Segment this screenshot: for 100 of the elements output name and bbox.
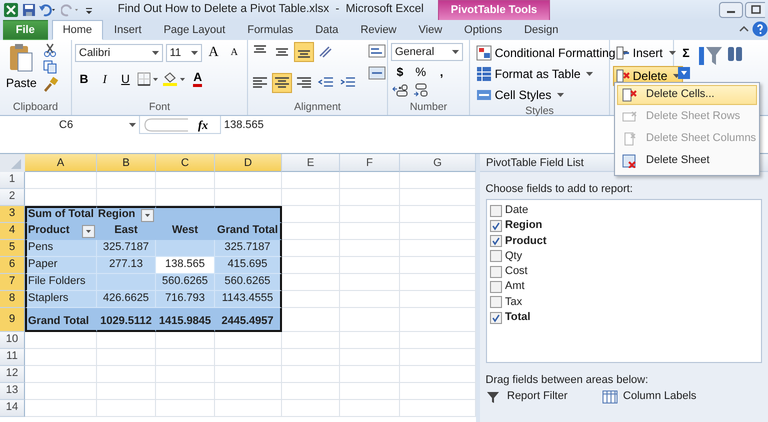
checkbox[interactable]	[490, 204, 502, 217]
ribbon-tab[interactable]: View	[408, 20, 454, 40]
ribbon-tab[interactable]: Page Layout	[152, 20, 236, 40]
paste-icon[interactable]	[8, 43, 34, 73]
table-cell[interactable]: 716.793	[156, 291, 215, 308]
checkbox[interactable]	[490, 281, 502, 294]
table-cell[interactable]: 1029.5112	[97, 308, 156, 332]
filter-dropdown-icon[interactable]	[82, 224, 95, 238]
borders-icon[interactable]	[137, 70, 160, 87]
cut-icon[interactable]	[42, 43, 57, 57]
table-cell[interactable]: 277.13	[97, 257, 156, 274]
paste-button[interactable]: Paste	[3, 73, 40, 93]
row-header[interactable]: 10	[0, 332, 25, 349]
table-cell[interactable]: West	[156, 223, 215, 240]
filter-dropdown-icon[interactable]	[141, 208, 154, 222]
row-header[interactable]: 3	[0, 206, 25, 223]
table-cell[interactable]: 1415.9845	[156, 308, 215, 332]
bottom-align-icon[interactable]	[295, 43, 313, 61]
table-cell[interactable]: East	[97, 223, 156, 240]
styles-menu-button[interactable]: Format as Table	[473, 64, 596, 84]
field-name[interactable]: Cost	[505, 265, 528, 278]
row-header[interactable]: 11	[0, 349, 25, 366]
ribbon-tab[interactable]: Formulas	[236, 20, 304, 40]
table-cell[interactable]: 560.6265	[215, 274, 282, 291]
table-cell[interactable]: Product	[25, 223, 97, 240]
table-cell[interactable]: 560.6265	[156, 274, 215, 291]
table-cell[interactable]: 426.6625	[97, 291, 156, 308]
font-field[interactable]: Calibri	[75, 44, 163, 62]
column-header[interactable]: E	[282, 154, 340, 172]
center-icon[interactable]	[273, 74, 291, 92]
field-name[interactable]: Total	[505, 311, 530, 324]
checkbox[interactable]	[490, 312, 502, 324]
row-header[interactable]: 5	[0, 240, 25, 257]
ribbon-tab[interactable]: Home	[52, 20, 104, 40]
column-header[interactable]: D	[215, 154, 282, 172]
row-header[interactable]: 6	[0, 257, 25, 274]
shrink-font-button[interactable]: A	[225, 43, 244, 63]
checkbox[interactable]	[490, 266, 502, 278]
font-size-field[interactable]: 11	[166, 44, 202, 62]
table-cell[interactable]: 325.7187	[97, 240, 156, 257]
ribbon-tab[interactable]: Design	[513, 20, 570, 40]
decrease-decimal-icon[interactable]	[412, 83, 430, 97]
table-cell[interactable]: Pens	[25, 240, 97, 257]
column-header[interactable]: A	[25, 154, 97, 172]
table-cell[interactable]: 325.7187	[215, 240, 282, 257]
field-name[interactable]: Amt	[505, 280, 525, 294]
italic-button[interactable]: I	[96, 68, 114, 89]
row-header[interactable]: 1	[0, 172, 25, 189]
checkbox[interactable]	[490, 296, 502, 308]
comma-button[interactable]: ,	[432, 62, 450, 82]
maximize-icon[interactable]	[745, 2, 766, 18]
insert-function-button[interactable]: fx	[194, 116, 212, 134]
ribbon-tab[interactable]: Options	[453, 20, 514, 40]
field-name[interactable]: Date	[505, 204, 528, 218]
row-header[interactable]: 13	[0, 383, 25, 400]
column-header[interactable]: C	[156, 154, 215, 172]
row-header[interactable]: 2	[0, 189, 25, 206]
fill-color-icon[interactable]	[162, 70, 186, 87]
row-header[interactable]: 12	[0, 366, 25, 383]
bold-button[interactable]: B	[75, 68, 93, 89]
row-header[interactable]: 4	[0, 223, 25, 240]
number-format-field[interactable]: General	[391, 43, 463, 61]
autosum-button[interactable]: Σ	[677, 43, 695, 63]
menu-item[interactable]: Delete Sheet	[617, 151, 757, 171]
checkbox[interactable]	[490, 220, 502, 232]
styles-menu-button[interactable]: Cell Styles	[473, 85, 568, 105]
table-cell[interactable]: Paper	[25, 257, 97, 274]
table-cell[interactable]: Staplers	[25, 291, 97, 308]
currency-button[interactable]: $	[391, 62, 409, 82]
row-header[interactable]: 8	[0, 291, 25, 308]
row-header[interactable]: 14	[0, 400, 25, 417]
help-icon[interactable]	[752, 21, 768, 38]
format-painter-icon[interactable]	[42, 76, 59, 92]
checkbox[interactable]	[490, 250, 502, 262]
wrap-text-icon[interactable]	[368, 43, 386, 59]
table-cell[interactable]: 2445.4957	[215, 308, 282, 332]
field-name[interactable]: Qty	[505, 250, 522, 264]
table-cell[interactable]: 138.565	[156, 257, 215, 274]
name-box[interactable]: C6	[0, 116, 140, 134]
table-cell[interactable]: File Folders	[25, 274, 97, 291]
grow-font-button[interactable]: A	[204, 43, 222, 63]
copy-icon[interactable]	[42, 60, 59, 74]
merge-cells-icon[interactable]	[368, 64, 386, 80]
font-color-button[interactable]: A	[188, 68, 207, 89]
table-cell[interactable]: 415.695	[215, 257, 282, 274]
menu-item[interactable]: Delete Cells...	[617, 85, 757, 105]
ribbon-tab[interactable]: Review	[349, 20, 408, 40]
table-cell[interactable]: Region	[97, 206, 156, 223]
percent-button[interactable]: %	[412, 62, 430, 82]
table-cell[interactable]: Grand Total	[215, 223, 282, 240]
table-cell[interactable]: 1143.4555	[215, 291, 282, 308]
underline-button[interactable]: U	[116, 68, 134, 89]
column-header[interactable]: G	[400, 154, 476, 172]
fill-icon[interactable]	[677, 66, 693, 80]
increase-decimal-icon[interactable]	[391, 83, 409, 97]
ribbon-tab[interactable]: Insert	[103, 20, 153, 40]
ribbon-tab[interactable]: Data	[304, 20, 350, 40]
app-icon[interactable]	[2, 2, 19, 18]
ribbon-tab[interactable]: File	[2, 20, 48, 40]
table-cell[interactable]: Grand Total	[25, 308, 97, 332]
